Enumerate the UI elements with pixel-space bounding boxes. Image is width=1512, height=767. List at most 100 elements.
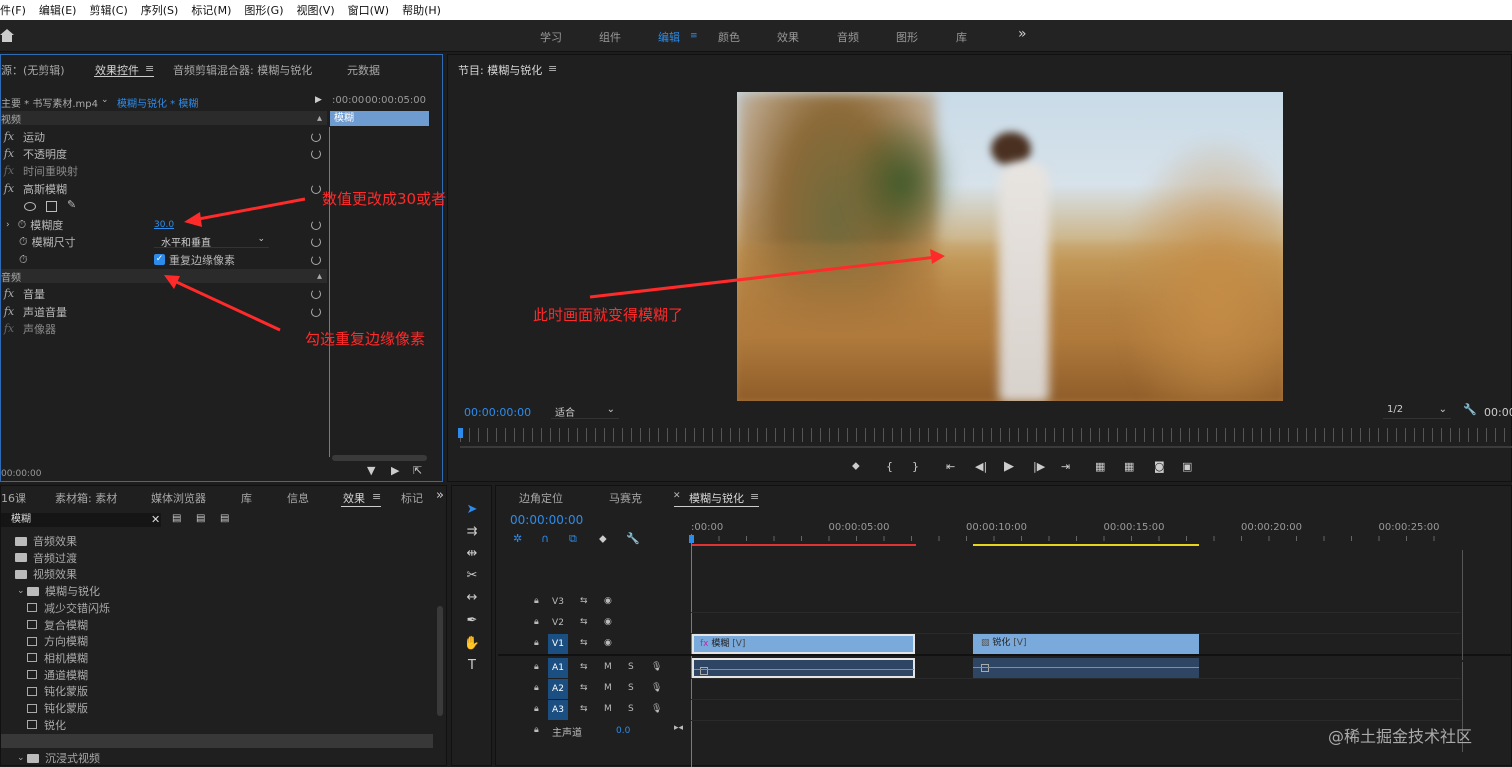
ec-current-time[interactable]: 00:00:00 [1, 469, 41, 479]
play-icon[interactable]: ▶ [1004, 459, 1014, 474]
effects-tree-item[interactable]: 钝化蒙版 [27, 700, 88, 716]
step-back-icon[interactable]: ◀| [975, 460, 987, 473]
panel-menu-icon[interactable]: ≡ [372, 490, 381, 503]
ec-clip-bar[interactable]: 模糊 [330, 111, 429, 126]
solo-button[interactable]: S [628, 704, 634, 714]
tab-mosaic[interactable]: 马赛克 [609, 490, 642, 506]
lock-icon[interactable]: 🔒︎ [534, 725, 539, 735]
extract-icon[interactable]: ▦ [1124, 460, 1134, 473]
sync-lock-icon[interactable]: ⇆ [580, 662, 588, 672]
mic-icon[interactable]: 🎙︎ [651, 683, 662, 693]
play-audio-icon[interactable]: ▶ [391, 464, 399, 477]
lock-icon[interactable]: 🔒︎ [534, 704, 539, 714]
effects-scrollbar[interactable] [437, 606, 443, 716]
home-icon[interactable] [0, 29, 14, 42]
menu-sequence[interactable]: 序列(S) [141, 2, 179, 18]
track-target[interactable]: V1 [548, 634, 568, 654]
clip-blur-video[interactable]: fx 模糊 [V] [692, 634, 915, 654]
clip-blur-audio[interactable] [692, 658, 915, 678]
add-marker-icon[interactable]: ⬥ [599, 532, 607, 546]
effects-tree-item[interactable]: ⌄ 模糊与锐化 [17, 583, 100, 599]
panel-menu-icon[interactable]: ≡ [548, 62, 557, 75]
effect-gaussian-blur[interactable]: fx 高斯模糊 [1, 180, 67, 197]
ws-effects[interactable]: 效果 [777, 29, 799, 45]
master-value[interactable]: 0.0 [616, 726, 630, 736]
effect-time-remap[interactable]: fx 时间重映射 [1, 162, 78, 179]
lock-icon[interactable]: 🔒︎ [534, 617, 539, 627]
program-playhead[interactable] [458, 428, 463, 438]
ws-editing[interactable]: 编辑 [658, 29, 680, 45]
menu-file[interactable]: 件(F) [0, 2, 26, 18]
v-scroll-video[interactable] [1462, 550, 1468, 660]
track-target[interactable]: A1 [548, 658, 568, 678]
yuv-filter-icon[interactable]: ▤ [220, 513, 229, 524]
playhead-handle[interactable] [689, 535, 694, 543]
mute-button[interactable]: M [604, 704, 612, 714]
pen-mask-icon[interactable]: ✎ [67, 198, 76, 211]
menu-edit[interactable]: 编辑(E) [39, 2, 77, 18]
mark-out-icon[interactable]: } [912, 460, 919, 473]
eye-icon[interactable]: ◉ [604, 596, 612, 606]
tab-corner-pin[interactable]: 边角定位 [519, 490, 563, 506]
camera-icon[interactable]: ◙ [1154, 460, 1165, 473]
effects-tree-item[interactable]: 钝化蒙版 [27, 683, 88, 699]
panel-menu-icon[interactable]: ≡ [145, 62, 154, 75]
ripple-edit-tool-icon[interactable]: ⇹ [463, 546, 481, 562]
reset-icon[interactable] [311, 132, 321, 142]
solo-button[interactable]: S [628, 662, 634, 672]
close-tab-icon[interactable]: ✕ [673, 491, 681, 501]
source-clip[interactable]: 主要 * 书写素材.mp4 [1, 95, 98, 110]
menu-clip[interactable]: 剪辑(C) [89, 2, 127, 18]
ws-color[interactable]: 颜色 [718, 29, 740, 45]
tab-markers[interactable]: 标记 [401, 490, 423, 506]
menu-marker[interactable]: 标记(M) [191, 2, 231, 18]
dropdown-icon[interactable]: ⌄ [101, 95, 109, 105]
effects-tree-item[interactable]: 锐化 [27, 717, 66, 733]
pen-tool-icon[interactable]: ✒ [463, 613, 481, 629]
eye-icon[interactable]: ◉ [604, 617, 612, 627]
program-scrollbar[interactable] [460, 446, 1512, 448]
export-icon[interactable]: ⇱ [413, 464, 422, 477]
tab-blur-sharpen[interactable]: 模糊与锐化 [689, 490, 744, 506]
track-target[interactable]: V3 [548, 592, 568, 612]
ws-more-icon[interactable]: » [1018, 26, 1027, 42]
solo-button[interactable]: S [628, 683, 634, 693]
lock-icon[interactable]: 🔒︎ [534, 683, 539, 693]
menu-graphics[interactable]: 图形(G) [244, 2, 283, 18]
step-forward-icon[interactable]: |▶ [1033, 460, 1045, 473]
effects-tree-item[interactable]: 复合模糊 [27, 617, 88, 633]
effect-panner[interactable]: fx 声像器 [1, 320, 56, 337]
effects-search-input[interactable]: 模糊 [1, 513, 161, 527]
goto-end-icon[interactable]: ▸◂ [674, 723, 683, 733]
track-select-tool-icon[interactable]: ⇉ [463, 524, 481, 540]
effects-tree-item[interactable]: 视频效果 [5, 566, 77, 582]
hand-tool-icon[interactable]: ✋ [463, 636, 481, 652]
expand-icon[interactable]: › [6, 220, 10, 230]
tab-source[interactable]: 源：(无剪辑) [1, 62, 65, 78]
chevron-down-icon[interactable]: ⌄ [17, 753, 25, 763]
ws-menu-icon[interactable]: ≡ [690, 31, 698, 41]
tab-libraries[interactable]: 库 [241, 490, 252, 506]
mark-in-icon[interactable]: { [886, 460, 893, 473]
sync-lock-icon[interactable]: ⇆ [580, 704, 588, 714]
tab-metadata[interactable]: 元数据 [347, 62, 380, 78]
eye-icon[interactable]: ◉ [604, 638, 612, 648]
type-tool-icon[interactable]: T [463, 658, 481, 674]
effect-opacity[interactable]: fx 不透明度 [1, 145, 67, 162]
tab-audio-mixer[interactable]: 音频剪辑混合器: 模糊与锐化 [173, 62, 312, 78]
menu-help[interactable]: 帮助(H) [402, 2, 441, 18]
ws-graphics[interactable]: 图形 [896, 29, 918, 45]
panel-menu-icon[interactable]: ≡ [750, 490, 759, 503]
ws-audio[interactable]: 音频 [837, 29, 859, 45]
effects-tree-item[interactable]: 音频过渡 [5, 550, 77, 566]
lock-icon[interactable]: 🔒︎ [534, 662, 539, 672]
more-panels-icon[interactable]: » [436, 488, 444, 503]
lock-icon[interactable]: 🔒︎ [534, 596, 539, 606]
sync-lock-icon[interactable]: ⇆ [580, 683, 588, 693]
program-title[interactable]: 节目: 模糊与锐化 [458, 62, 542, 78]
settings-wrench-icon[interactable]: 🔧 [626, 532, 640, 545]
track-target[interactable]: A2 [548, 679, 568, 699]
marker-icon[interactable]: ⬥ [852, 459, 860, 473]
rect-mask-icon[interactable] [46, 201, 57, 212]
mute-button[interactable]: M [604, 662, 612, 672]
